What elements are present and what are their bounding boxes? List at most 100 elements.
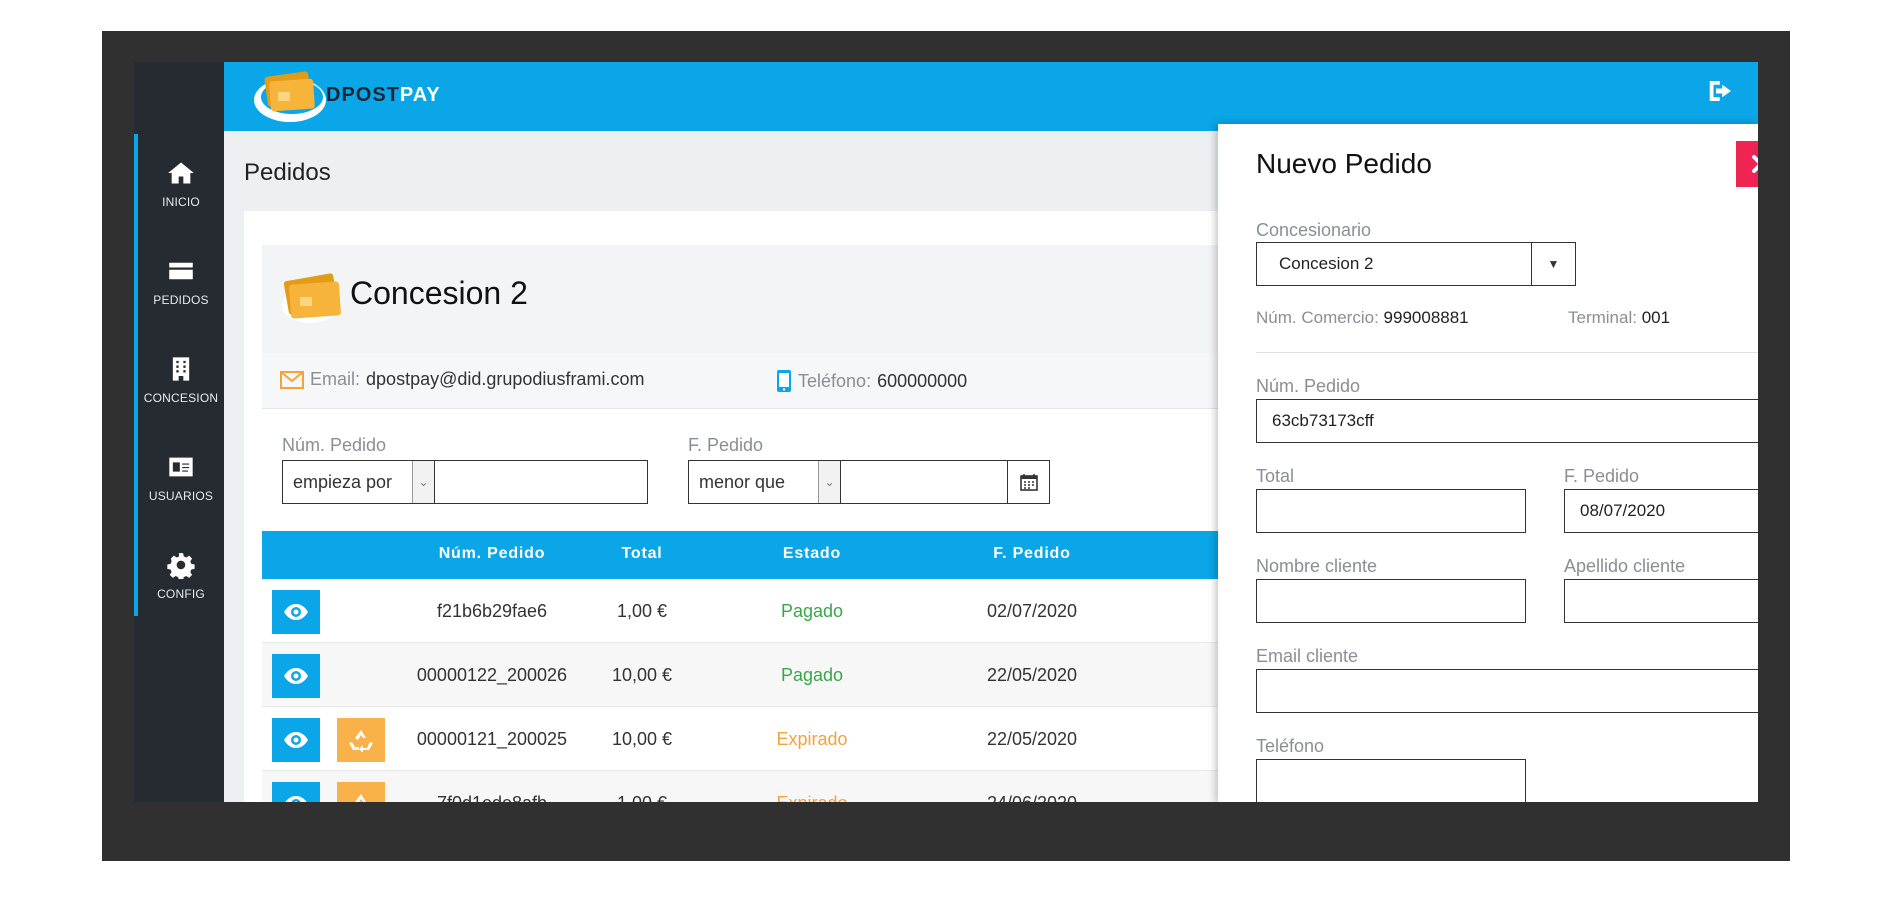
- close-icon: [1752, 155, 1758, 173]
- apellido-cliente-input[interactable]: [1564, 579, 1758, 623]
- sidebar-item-usuarios[interactable]: USUARIOS: [138, 428, 224, 527]
- email-cliente-label: Email cliente: [1256, 646, 1359, 666]
- cell-total: 10,00 €: [611, 729, 673, 749]
- view-order-button[interactable]: [272, 590, 320, 634]
- column-header-total[interactable]: Total: [602, 545, 682, 563]
- cell-total: 10,00 €: [611, 665, 673, 685]
- recycle-icon: [355, 794, 366, 802]
- sidebar-item-label: PEDIDOS: [153, 292, 209, 307]
- eye-icon: [284, 604, 308, 620]
- chevron-down-icon[interactable]: ⌄: [819, 461, 841, 503]
- apellido-cliente-label: Apellido cliente: [1564, 556, 1686, 576]
- phone-value: 600000000: [877, 370, 968, 391]
- cell-estado: Expirado: [776, 729, 848, 749]
- logo-text-right: PAY: [399, 84, 441, 106]
- eye-icon: [284, 668, 308, 684]
- num-comercio-label: Núm. Comercio: [1256, 308, 1375, 327]
- concesionario-value: Concesion 2: [1279, 254, 1374, 273]
- new-order-panel: Nuevo Pedido Concesionario Concesion 2 ▼…: [1218, 124, 1758, 802]
- phone-info: Teléfono: 600000000: [776, 369, 967, 393]
- filter-num-pedido-operator[interactable]: empieza por: [283, 461, 413, 503]
- cell-num-pedido: 7f0d1ede8afb: [412, 793, 572, 802]
- sidebar: INICIO PEDIDOS CONCESION USUARIOS CONFIG: [134, 62, 224, 802]
- cell-num-pedido: 00000121_200025: [416, 729, 568, 749]
- divider: [1256, 352, 1758, 353]
- logo-text: DPOSTPAY: [326, 84, 441, 107]
- num-comercio-value: 999008881: [1383, 308, 1469, 327]
- logo-text-left: DPOST: [326, 84, 400, 106]
- close-button[interactable]: [1736, 141, 1758, 187]
- logout-icon[interactable]: [1706, 76, 1736, 106]
- nombre-cliente-input[interactable]: [1256, 579, 1526, 623]
- column-header-num-pedido[interactable]: Núm. Pedido: [412, 545, 572, 563]
- sidebar-item-label: INICIO: [162, 194, 200, 209]
- total-input[interactable]: [1256, 489, 1526, 533]
- concesionario-select[interactable]: Concesion 2 ▼: [1256, 242, 1576, 286]
- envelope-icon: [280, 370, 304, 389]
- home-icon: [168, 162, 194, 183]
- terminal-label: Terminal: [1568, 308, 1633, 327]
- filter-num-pedido-input[interactable]: [435, 461, 647, 503]
- f-pedido-label: F. Pedido: [1564, 466, 1640, 486]
- dropdown-triangle-icon[interactable]: ▼: [1531, 243, 1575, 285]
- gear-icon: [167, 552, 195, 579]
- email-label: Email: [310, 369, 356, 389]
- email-cliente-input[interactable]: [1256, 669, 1758, 713]
- panel-title: Nuevo Pedido: [1256, 148, 1432, 179]
- sidebar-item-label: USUARIOS: [148, 488, 214, 503]
- filter-f-pedido: menor que ⌄: [688, 460, 1050, 504]
- view-order-button[interactable]: [272, 718, 320, 762]
- cell-f-pedido: 22/05/2020: [986, 665, 1078, 685]
- building-icon: [172, 356, 190, 381]
- view-order-button[interactable]: [272, 654, 320, 698]
- filter-f-pedido-label: F. Pedido: [688, 435, 764, 455]
- filter-f-pedido-operator[interactable]: menor que: [689, 461, 819, 503]
- sidebar-item-label: CONCESION: [143, 390, 219, 405]
- cell-f-pedido: 02/07/2020: [986, 601, 1078, 621]
- app-screen: INICIO PEDIDOS CONCESION USUARIOS CONFIG…: [134, 62, 1758, 802]
- num-comercio-info: Núm. Comercio: 999008881: [1256, 308, 1469, 327]
- page-title: Pedidos: [244, 159, 331, 186]
- email-value: dpostpay@did.grupodiusframi.com: [366, 369, 645, 389]
- filter-num-pedido-label: Núm. Pedido: [282, 435, 387, 455]
- id-card-icon: [169, 457, 193, 476]
- f-pedido-input[interactable]: 08/07/2020: [1564, 489, 1758, 533]
- sidebar-item-inicio[interactable]: INICIO: [138, 134, 224, 233]
- cell-total: 1,00 €: [602, 793, 682, 802]
- num-pedido-label: Núm. Pedido: [1256, 376, 1361, 396]
- recycle-icon: [349, 730, 373, 752]
- nombre-cliente-label: Nombre cliente: [1256, 556, 1378, 576]
- concesion-name: Concesion 2: [350, 275, 528, 311]
- terminal-info: Terminal: 001: [1568, 308, 1671, 327]
- cell-f-pedido: 24/06/2020: [962, 793, 1102, 802]
- filter-f-pedido-input[interactable]: [841, 461, 1007, 503]
- cell-estado: Expirado: [742, 793, 882, 802]
- column-header-estado[interactable]: Estado: [742, 545, 882, 563]
- terminal-value: 001: [1641, 308, 1671, 327]
- phone-label: Teléfono: [798, 370, 867, 391]
- eye-icon: [285, 796, 307, 802]
- telefono-label: Teléfono: [1256, 736, 1325, 756]
- concesionario-label: Concesionario: [1256, 220, 1372, 240]
- telefono-input[interactable]: [1256, 759, 1526, 802]
- f-pedido-value: 08/07/2020: [1580, 501, 1666, 520]
- credit-card-icon: [169, 262, 193, 279]
- cell-num-pedido: f21b6b29fae6: [436, 601, 548, 621]
- calendar-icon[interactable]: [1007, 461, 1049, 503]
- cell-total: 1,00 €: [616, 601, 668, 621]
- view-order-button[interactable]: [272, 782, 320, 802]
- chevron-down-icon[interactable]: ⌄: [413, 461, 435, 503]
- email-info: Email: dpostpay@did.grupodiusframi.com: [280, 369, 644, 390]
- recycle-order-button[interactable]: [337, 782, 385, 802]
- sidebar-item-concesion[interactable]: CONCESION: [138, 330, 224, 429]
- sidebar-item-config[interactable]: CONFIG: [138, 526, 224, 625]
- cell-estado: Pagado: [780, 601, 844, 621]
- cell-num-pedido: 00000122_200026: [416, 665, 568, 685]
- eye-icon: [284, 732, 308, 748]
- cell-estado: Pagado: [780, 665, 844, 685]
- cell-f-pedido: 22/05/2020: [986, 729, 1078, 749]
- recycle-order-button[interactable]: [337, 718, 385, 762]
- num-pedido-input[interactable]: 63cb73173cff: [1256, 399, 1758, 443]
- sidebar-item-pedidos[interactable]: PEDIDOS: [138, 232, 224, 331]
- column-header-f-pedido[interactable]: F. Pedido: [962, 545, 1102, 563]
